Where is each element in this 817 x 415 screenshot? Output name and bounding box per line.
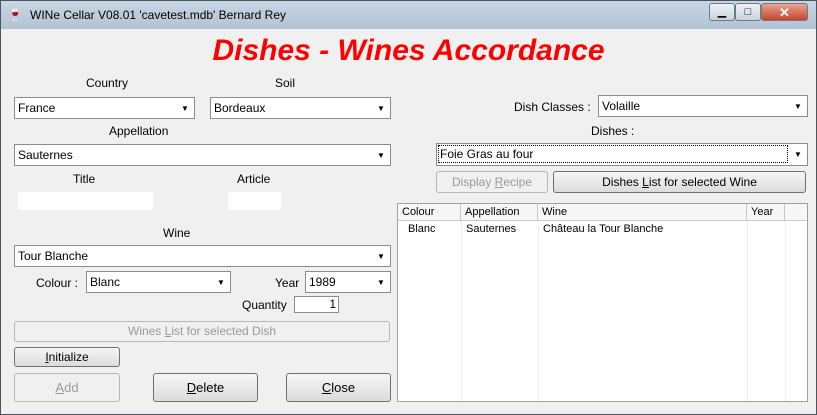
list-header: Colour Appellation Wine Year — [398, 204, 807, 221]
column-header-year[interactable]: Year — [747, 204, 785, 220]
dishes-list-label-post: ist for selected Wine — [648, 175, 757, 189]
display-recipe-label-pre: Display — [451, 175, 495, 189]
appellation-select[interactable]: Sauternes ▼ — [14, 144, 391, 166]
delete-button-label-post: elete — [196, 380, 225, 395]
dishes-select[interactable]: Foie Gras au four ▼ — [436, 143, 808, 166]
chevron-down-icon[interactable]: ▼ — [375, 277, 387, 288]
page-title: Dishes - Wines Accordance — [212, 34, 605, 67]
cell-year — [744, 221, 752, 237]
wine-label: Wine — [163, 226, 191, 240]
add-button[interactable]: Add — [14, 373, 120, 402]
wines-list-button-label-pre: Wines — [127, 324, 165, 338]
delete-button-label-accel: D — [186, 380, 197, 395]
colour-select[interactable]: Blanc ▼ — [86, 271, 231, 293]
appellation-label: Appellation — [109, 124, 169, 138]
dish-classes-label: Dish Classes : — [514, 100, 591, 114]
dishes-list-button[interactable]: Dishes List for selected Wine — [553, 171, 806, 193]
year-label: Year — [275, 276, 300, 290]
country-label: Country — [86, 76, 129, 90]
close-button[interactable]: Close — [286, 373, 391, 402]
wine-select[interactable]: Tour Blanche ▼ — [14, 245, 391, 267]
chevron-down-icon[interactable]: ▼ — [375, 251, 387, 262]
colour-label: Colour : — [36, 276, 79, 290]
dishes-list-label-accel: L — [642, 175, 649, 189]
year-value: 1989 — [309, 275, 336, 289]
appellation-value: Sauternes — [18, 148, 73, 162]
colour-value: Blanc — [90, 275, 121, 289]
wines-list-button[interactable]: Wines List for selected Dish — [14, 321, 390, 342]
article-label: Article — [237, 172, 271, 186]
country-value: France — [18, 101, 56, 115]
chevron-down-icon[interactable]: ▼ — [179, 103, 191, 114]
close-window-button[interactable]: ✕ — [761, 3, 808, 21]
title-label: Title — [73, 172, 96, 186]
column-header-appellation[interactable]: Appellation — [461, 204, 538, 220]
maximize-button[interactable]: □ — [735, 3, 761, 21]
delete-button[interactable]: Delete — [153, 373, 258, 402]
cell-appellation: Sauternes — [466, 223, 517, 235]
wines-list-button-label-post: ist for selected Dish — [171, 324, 277, 338]
year-select[interactable]: 1989 ▼ — [305, 271, 391, 293]
display-recipe-button[interactable]: Display Recipe — [436, 171, 548, 193]
chevron-down-icon[interactable]: ▼ — [375, 103, 387, 114]
dish-classes-select[interactable]: Volaille ▼ — [598, 95, 808, 117]
wine-value: Tour Blanche — [18, 249, 89, 263]
chevron-down-icon[interactable]: ▼ — [792, 101, 804, 112]
quantity-field[interactable]: 1 — [294, 296, 339, 313]
chevron-down-icon[interactable]: ▼ — [215, 277, 227, 288]
column-header-wine[interactable]: Wine — [538, 204, 747, 220]
soil-value: Bordeaux — [214, 101, 266, 115]
column-divider — [461, 221, 462, 401]
dishes-label: Dishes : — [591, 124, 635, 138]
article-field[interactable] — [228, 192, 281, 210]
minimize-button[interactable]: ▁ — [709, 3, 735, 21]
soil-select[interactable]: Bordeaux ▼ — [210, 97, 391, 119]
close-button-label-post: lose — [331, 380, 356, 395]
window-title: WINe Cellar V08.01 'cavetest.mdb' Bernar… — [30, 8, 287, 22]
column-divider — [747, 221, 748, 401]
title-bar: 🍷 WINe Cellar V08.01 'cavetest.mdb' Bern… — [1, 1, 816, 29]
soil-label: Soil — [275, 76, 296, 90]
wine-glass-icon: 🍷 — [7, 7, 24, 22]
chevron-down-icon[interactable]: ▼ — [375, 150, 387, 161]
column-header-colour[interactable]: Colour — [398, 204, 461, 220]
quantity-label: Quantity — [242, 298, 287, 312]
country-select[interactable]: France ▼ — [14, 97, 195, 119]
cell-colour: Blanc — [408, 223, 436, 235]
title-field[interactable] — [18, 192, 153, 210]
display-recipe-label-post: ecipe — [503, 175, 533, 189]
chevron-down-icon[interactable]: ▼ — [792, 149, 804, 160]
dishes-list-label-pre: Dishes — [602, 175, 643, 189]
initialize-button[interactable]: Initialize — [14, 347, 120, 367]
column-divider — [785, 221, 786, 401]
initialize-button-label-post: nitialize — [48, 350, 89, 364]
wine-list-view[interactable]: Colour Appellation Wine Year Blanc Saute… — [397, 203, 808, 402]
add-button-label-accel: A — [55, 380, 65, 395]
close-button-label-accel: C — [321, 380, 332, 395]
column-divider — [538, 221, 539, 401]
dish-classes-value: Volaille — [602, 99, 641, 113]
cell-wine: Château la Tour Blanche — [543, 223, 664, 235]
add-button-label-post: dd — [64, 380, 79, 395]
dishes-value: Foie Gras au four — [438, 145, 788, 163]
